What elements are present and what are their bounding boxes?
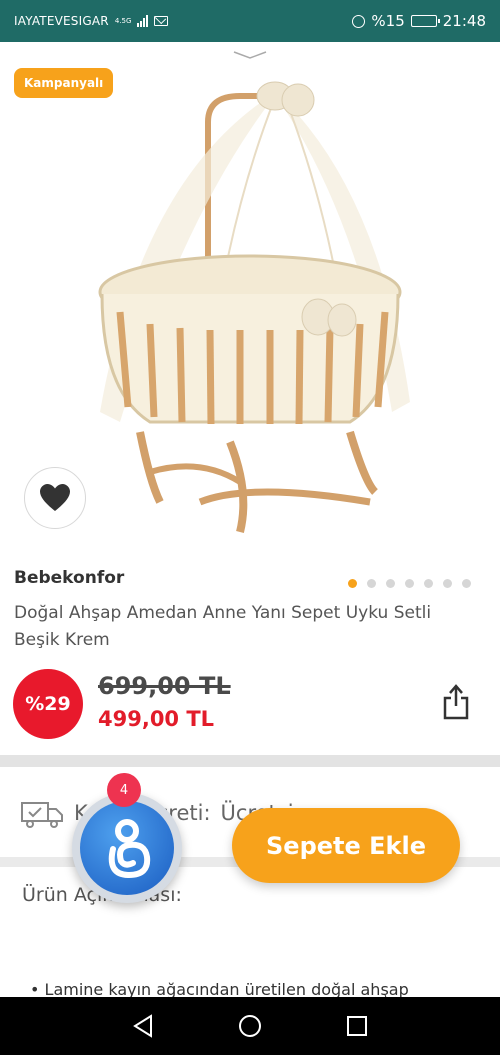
battery-icon — [410, 15, 440, 27]
carousel-dots — [348, 579, 471, 588]
mail-icon — [154, 16, 169, 26]
carousel-dot[interactable] — [386, 579, 395, 588]
product-title: Doğal Ahşap Amedan Anne Yanı Sepet Uyku … — [14, 600, 500, 654]
status-bar: IAYATEVESIGAR 4.5G %15 21:48 — [0, 0, 500, 42]
old-price: 699,00 TL — [98, 672, 231, 700]
assistant-button[interactable] — [72, 793, 182, 903]
signal-icon — [137, 15, 149, 27]
product-detail-screen: IAYATEVESIGAR 4.5G %15 21:48 Kampanyalı … — [0, 0, 500, 1055]
share-button[interactable] — [438, 682, 474, 722]
carousel-dot[interactable] — [405, 579, 414, 588]
home-button[interactable] — [232, 1008, 268, 1044]
alarm-icon — [352, 14, 366, 28]
favorite-button[interactable] — [24, 467, 86, 529]
heart-icon — [40, 484, 70, 511]
home-circle-icon — [238, 1015, 261, 1037]
battery-percent: %15 — [371, 12, 405, 30]
carrier-name: IAYATEVESIGAR — [14, 14, 109, 28]
assistant-logo-icon — [80, 801, 174, 895]
new-price: 499,00 TL — [98, 707, 215, 731]
recents-button[interactable] — [339, 1008, 375, 1044]
share-icon — [443, 684, 469, 720]
product-title-line: Doğal Ahşap Amedan Anne Yanı Sepet Uyku … — [14, 603, 432, 623]
section-divider — [0, 755, 500, 767]
campaign-badge: Kampanyalı — [14, 68, 114, 98]
notification-count-badge: 4 — [107, 773, 141, 807]
carousel-dot[interactable] — [348, 579, 357, 588]
carousel-dot[interactable] — [424, 579, 433, 588]
product-image — [98, 81, 410, 533]
carousel-dot[interactable] — [443, 579, 452, 588]
chevron-down-icon — [233, 51, 267, 59]
carousel-dot[interactable] — [462, 579, 471, 588]
brand-name[interactable]: Bebekonfor — [14, 568, 124, 588]
product-title-line: Beşik Krem — [14, 630, 110, 650]
discount-badge: %29 — [13, 669, 83, 739]
system-navigation-bar — [0, 997, 500, 1055]
truck-icon — [21, 801, 63, 828]
back-button[interactable] — [125, 1008, 161, 1044]
back-triangle-icon — [133, 1014, 153, 1038]
network-type: 4.5G — [114, 17, 132, 25]
product-image-carousel[interactable]: Kampanyalı — [0, 42, 500, 557]
add-to-cart-button[interactable]: Sepete Ekle — [232, 808, 460, 883]
carousel-dot[interactable] — [367, 579, 376, 588]
clock: 21:48 — [442, 12, 486, 30]
recents-square-icon — [346, 1016, 367, 1036]
